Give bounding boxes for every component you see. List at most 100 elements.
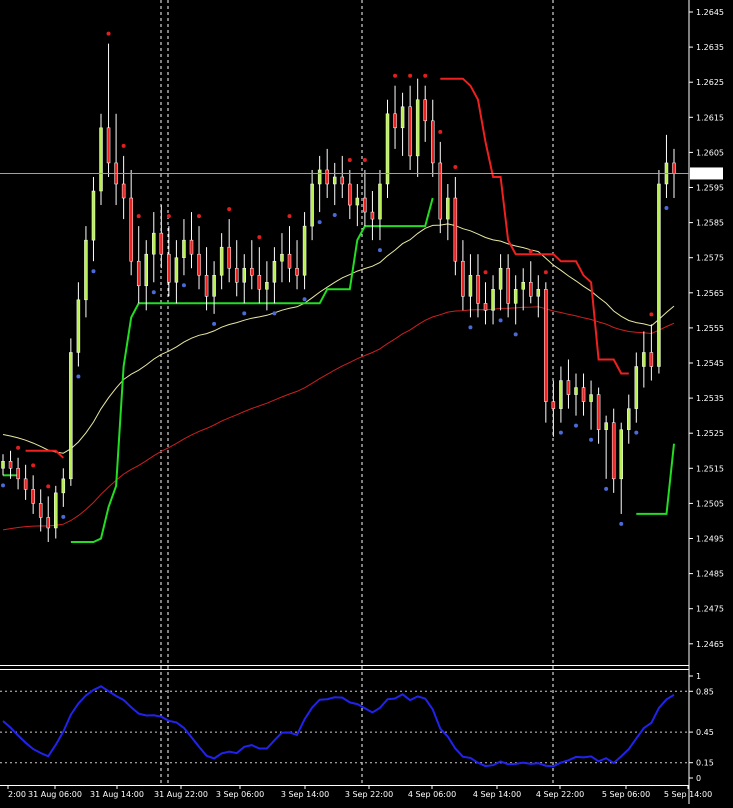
candle-body <box>589 394 593 402</box>
x-tick-label: 4 Sep 22:00 <box>536 790 584 799</box>
candle-body <box>31 489 35 504</box>
y-tick-label: 1.2575 <box>696 254 724 263</box>
candle-body <box>69 352 73 480</box>
candle-body <box>619 429 623 480</box>
y-tick-label: 1.2475 <box>696 605 724 614</box>
candle-body <box>483 303 488 311</box>
candle-body <box>408 106 412 157</box>
candle-body <box>76 299 81 353</box>
sar-dot <box>664 206 669 211</box>
candle-body <box>476 275 480 304</box>
sar-dot <box>453 164 458 169</box>
sar-dot <box>393 73 398 78</box>
candle-body <box>340 176 345 185</box>
sar-dot <box>212 321 217 326</box>
candle-body <box>355 197 360 206</box>
current-price-label: 1.2599 <box>693 169 721 178</box>
sar-dot <box>16 445 21 450</box>
y-tick-label: 1.2625 <box>696 78 724 87</box>
candle-body <box>468 275 473 297</box>
y-tick-label: 1.2505 <box>696 499 724 508</box>
candle-body <box>348 183 352 206</box>
candle-body <box>8 461 13 469</box>
trailing-stop-red <box>440 77 629 375</box>
x-tick-label: 3 Sep 06:00 <box>216 790 264 799</box>
candle-body <box>506 267 510 304</box>
sar-dot <box>543 270 548 275</box>
y-tick-label: 1.2565 <box>696 289 724 298</box>
candle-body <box>212 275 216 297</box>
oscillator-tick-label: 0.45 <box>696 728 714 737</box>
candle-body <box>302 225 307 276</box>
candle-body <box>453 197 458 262</box>
candle-body <box>136 260 141 287</box>
candle-body <box>61 478 66 494</box>
x-tick-label: 4 Sep 14:00 <box>473 790 521 799</box>
sar-dot <box>302 297 307 302</box>
sar-dot <box>347 157 352 162</box>
candle-body <box>23 478 28 490</box>
sar-dot <box>483 270 488 275</box>
y-tick-label: 1.2605 <box>696 148 724 157</box>
candle-body <box>529 282 533 297</box>
y-tick-label: 1.2545 <box>696 359 724 368</box>
sar-dot <box>649 312 654 317</box>
sar-dot <box>498 318 503 323</box>
sar-dot <box>604 486 609 491</box>
oscillator-tick-label: 0.15 <box>696 759 714 768</box>
oscillator-tick-label: 0 <box>696 774 701 783</box>
candle-body <box>446 197 450 220</box>
candle-body <box>627 408 631 430</box>
candle-body <box>106 127 111 164</box>
candle-body <box>189 239 194 255</box>
sar-dot <box>619 521 624 526</box>
sar-dot <box>181 283 186 288</box>
sar-dot <box>166 214 171 219</box>
x-tick-label: 31 Aug 22:00 <box>154 790 208 799</box>
sar-dot <box>121 143 126 148</box>
candle-body <box>152 232 156 255</box>
candle-body <box>46 517 50 529</box>
sar-dot <box>151 290 156 295</box>
candle-body <box>272 260 277 283</box>
y-tick-label: 1.2495 <box>696 535 724 544</box>
trailing-stop-green <box>636 443 675 515</box>
sar-dot <box>558 430 563 435</box>
y-tick-label: 1.2525 <box>696 429 724 438</box>
candle-body <box>393 113 397 129</box>
candle-body <box>415 99 420 157</box>
candle-body <box>182 239 186 258</box>
x-tick-label: 3 Sep 22:00 <box>345 790 393 799</box>
trailing-stop-red <box>25 449 64 459</box>
candle-body <box>197 253 201 276</box>
sar-dot <box>423 73 428 78</box>
sar-dot <box>46 484 51 489</box>
candle-body <box>38 503 43 518</box>
sar-dot <box>317 220 322 225</box>
sar-dot <box>634 430 639 435</box>
ma-red-line <box>2 306 675 531</box>
sar-dot <box>106 31 111 36</box>
sar-dot <box>528 249 533 254</box>
sar-dot <box>76 374 81 379</box>
oscillator-tick-label: 1 <box>696 672 701 681</box>
sar-dot <box>257 235 262 240</box>
x-tick-label: 31 Aug 06:00 <box>28 790 82 799</box>
candle-body <box>54 492 58 529</box>
candle-body <box>634 366 639 409</box>
y-tick-label: 1.2485 <box>696 570 724 579</box>
sar-dot <box>242 311 247 316</box>
sar-dot <box>408 73 413 78</box>
candle-body <box>159 232 164 255</box>
candle-body <box>513 289 518 304</box>
sar-dot <box>513 332 518 337</box>
y-tick-label: 1.2555 <box>696 324 724 333</box>
candle-body <box>91 190 96 241</box>
candle-body <box>204 275 209 297</box>
ma-yellow-line <box>2 223 675 454</box>
candle-body <box>250 267 254 276</box>
candle-body <box>438 162 443 220</box>
candle-body <box>551 401 556 409</box>
x-tick-label: 4 Sep 06:00 <box>408 790 456 799</box>
candle-body <box>1 461 5 469</box>
